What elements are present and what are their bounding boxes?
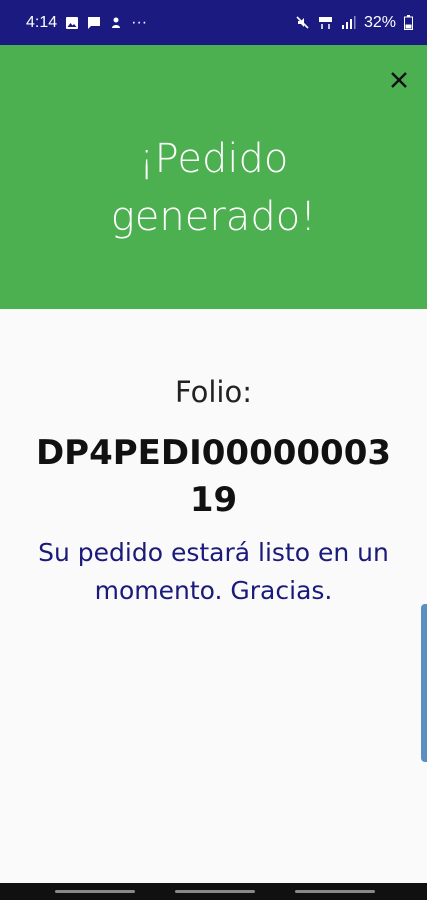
- message-icon: [87, 16, 101, 30]
- folio-number: DP4PEDI0000000319: [35, 433, 392, 520]
- page-title: ¡Pedido generado!: [0, 130, 427, 246]
- mute-icon: [295, 15, 310, 30]
- navigation-bar: [0, 883, 427, 900]
- nav-back-button[interactable]: [295, 890, 375, 893]
- lte-icon: [318, 15, 333, 30]
- folio-label: Folio:: [174, 375, 253, 409]
- status-overflow: ···: [131, 13, 148, 31]
- title-line-2: generado!: [110, 194, 317, 240]
- status-right: 32%: [295, 14, 413, 32]
- status-time: 4:14: [26, 13, 58, 31]
- battery-percentage: 32%: [363, 13, 396, 31]
- side-panel-handle[interactable]: [421, 604, 427, 762]
- image-icon: [65, 16, 79, 30]
- confirmation-message: Su pedido estará listo en un momento. Gr…: [38, 538, 389, 605]
- signal-icon: [341, 15, 356, 30]
- status-left: 4:14 ···: [26, 14, 147, 32]
- close-button[interactable]: [386, 67, 412, 93]
- title-line-1: ¡Pedido: [138, 136, 289, 182]
- order-confirmation: Folio: DP4PEDI0000000319 Su pedido estar…: [0, 309, 427, 883]
- status-bar: 4:14 ··· 32%: [0, 0, 427, 45]
- battery-icon: [404, 15, 413, 30]
- close-icon: [391, 72, 407, 88]
- nav-recents-button[interactable]: [55, 890, 135, 893]
- nav-home-button[interactable]: [175, 890, 255, 893]
- notification-icon: [109, 16, 123, 30]
- success-header: ¡Pedido generado!: [0, 45, 427, 309]
